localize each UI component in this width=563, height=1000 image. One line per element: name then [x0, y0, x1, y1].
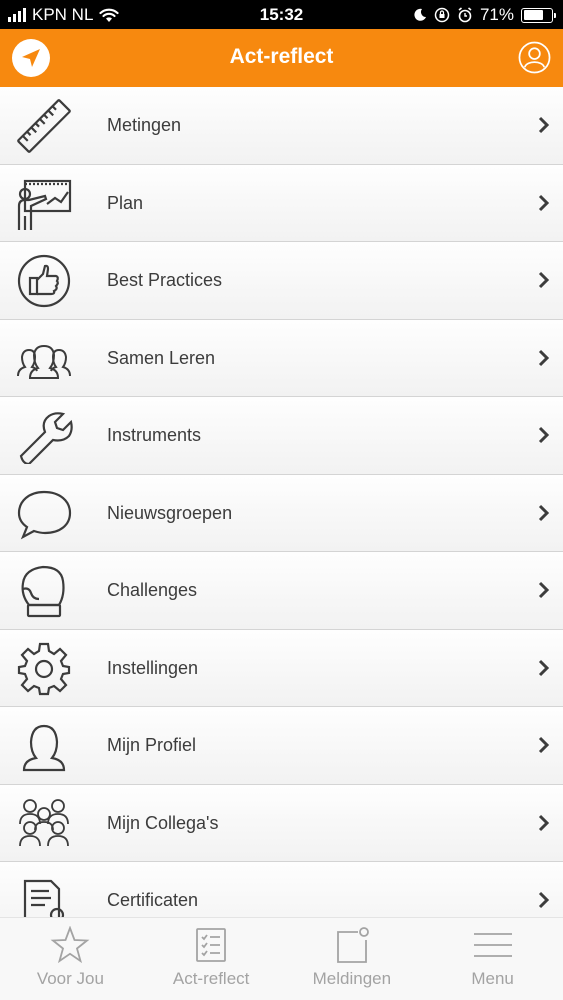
- menu-item-instruments[interactable]: Instruments: [0, 397, 563, 475]
- chevron-right-icon: [538, 581, 550, 599]
- chevron-right-icon: [538, 504, 550, 521]
- menu-item-label: Plan: [107, 192, 144, 213]
- chevron-right-icon: [538, 194, 550, 211]
- menu-item-label: Challenges: [107, 580, 198, 600]
- chevron-right-icon: [538, 349, 550, 366]
- menu-item-mijn-collegas[interactable]: Mijn Collega's: [0, 784, 563, 862]
- page-title: Act-reflect: [229, 45, 334, 68]
- tab-menu[interactable]: Menu: [422, 918, 563, 1000]
- checklist-icon: [196, 928, 227, 962]
- certificate-icon: [23, 879, 65, 917]
- speech-bubble-icon: [17, 490, 72, 539]
- chevron-right-icon: [538, 659, 550, 676]
- chevron-right-icon: [538, 116, 550, 134]
- menu-item-mijn-profiel[interactable]: Mijn Profiel: [0, 707, 563, 785]
- menu-item-samen-leren[interactable]: Samen Leren: [0, 319, 563, 397]
- gear-icon: [17, 642, 71, 695]
- tab-voor-jou[interactable]: Voor Jou: [0, 918, 141, 1000]
- menu-list: Metingen Plan Best Practices Samen Leren…: [0, 87, 563, 917]
- boxing-glove-icon: [21, 565, 65, 618]
- menu-item-plan[interactable]: Plan: [0, 164, 563, 242]
- menu-item-label: Samen Leren: [107, 347, 216, 368]
- chevron-right-icon: [538, 814, 550, 831]
- profile-icon[interactable]: [518, 41, 551, 74]
- menu-item-label: Mijn Profiel: [107, 735, 197, 755]
- tab-label: Meldingen: [312, 969, 392, 988]
- menu-item-challenges[interactable]: Challenges: [0, 552, 563, 630]
- menu-item-label: Certificaten: [107, 890, 199, 910]
- bottom-tab-bar: Voor Jou Act-reflect Meldingen Menu: [0, 917, 563, 1000]
- menu-item-instellingen[interactable]: Instellingen: [0, 629, 563, 707]
- hamburger-menu-icon: [473, 933, 512, 957]
- notification-icon: [336, 927, 369, 963]
- star-icon: [50, 926, 90, 964]
- chevron-right-icon: [538, 271, 550, 289]
- menu-item-label: Instruments: [107, 425, 202, 445]
- person-icon: [22, 724, 66, 772]
- group-icon: [17, 344, 71, 379]
- menu-item-certificaten[interactable]: Certificaten: [0, 862, 563, 917]
- status-bar: KPN NL 15:32 71%: [0, 0, 563, 29]
- chevron-right-icon: [538, 736, 550, 754]
- orientation-lock-icon: [434, 7, 450, 23]
- battery-icon: [521, 7, 556, 23]
- app-header: Act-reflect: [0, 29, 563, 87]
- thumbs-up-icon: [17, 254, 71, 308]
- menu-item-label: Best Practices: [107, 270, 223, 290]
- chevron-right-icon: [538, 891, 550, 909]
- ruler-icon: [17, 99, 71, 153]
- battery-percentage: 71%: [479, 5, 514, 24]
- tab-label: Act-reflect: [172, 969, 250, 988]
- presentation-board-icon: [17, 179, 72, 230]
- tab-label: Menu: [471, 969, 514, 988]
- menu-item-nieuwsgroepen[interactable]: Nieuwsgroepen: [0, 474, 563, 552]
- menu-item-best-practices[interactable]: Best Practices: [0, 242, 563, 320]
- menu-item-label: Instellingen: [107, 657, 199, 678]
- tab-meldingen[interactable]: Meldingen: [282, 918, 423, 1000]
- menu-item-metingen[interactable]: Metingen: [0, 87, 563, 165]
- menu-item-label: Metingen: [107, 115, 182, 135]
- tab-act-reflect[interactable]: Act-reflect: [141, 918, 282, 1000]
- menu-item-label: Mijn Collega's: [107, 812, 219, 833]
- moon-icon: [414, 8, 426, 21]
- colleagues-icon: [19, 798, 69, 846]
- alarm-icon: [458, 7, 472, 23]
- chevron-right-icon: [538, 426, 550, 444]
- menu-item-label: Nieuwsgroepen: [107, 502, 233, 523]
- tab-label: Voor Jou: [36, 969, 104, 988]
- wrench-icon: [19, 412, 73, 464]
